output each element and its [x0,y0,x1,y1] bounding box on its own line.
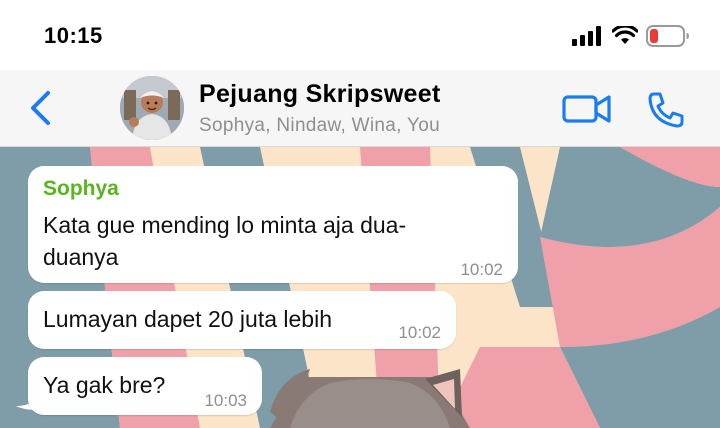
wifi-icon [612,26,638,44]
message-time: 10:02 [460,260,503,279]
phone-icon[interactable] [646,90,686,130]
status-icons [572,24,690,48]
chevron-left-icon[interactable] [24,88,56,128]
message-time: 10:03 [204,391,247,410]
message-text: Ya gak bre? [43,372,166,398]
chat-area[interactable]: Sophya Kata gue mending lo minta aja dua… [0,147,720,428]
group-title[interactable]: Pejuang Skripsweet [199,80,441,109]
status-time: 10:15 [44,23,103,48]
message-time: 10:02 [398,323,441,342]
message-text: Kata gue mending lo minta aja dua-duanya [43,212,407,270]
group-members[interactable]: Sophya, Nindaw, Wina, You [199,115,440,137]
message-bubble[interactable]: Sophya Kata gue mending lo minta aja dua… [28,166,518,283]
message-sender: Sophya [43,177,119,200]
message-text: Lumayan dapet 20 juta lebih [43,306,332,332]
battery-low-icon [646,25,689,47]
group-avatar[interactable] [120,76,184,140]
message-bubble[interactable]: Ya gak bre? 10:03 [28,357,262,415]
video-camera-icon[interactable] [562,92,612,126]
signal-icon [572,26,601,46]
status-bar: 10:15 [0,0,720,70]
chat-header: Pejuang Skripsweet Sophya, Nindaw, Wina,… [0,70,720,147]
message-bubble[interactable]: Lumayan dapet 20 juta lebih 10:02 [28,291,456,349]
